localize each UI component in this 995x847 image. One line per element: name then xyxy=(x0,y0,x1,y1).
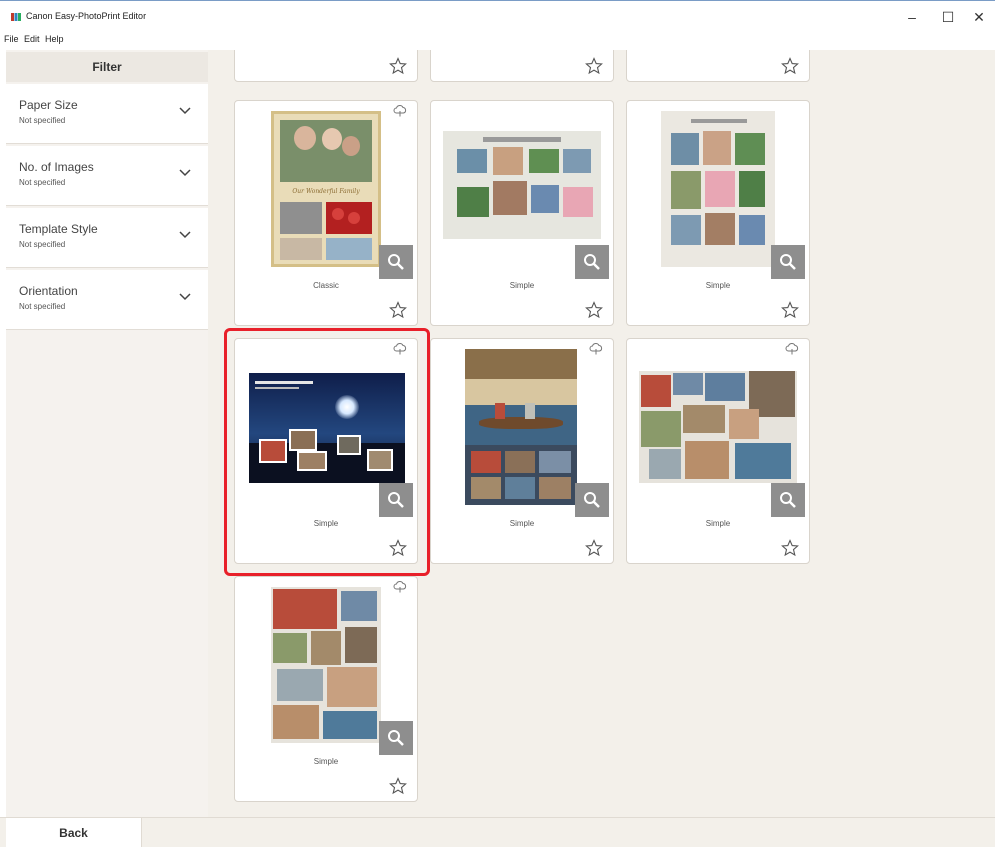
star-icon[interactable] xyxy=(781,57,799,75)
template-card[interactable]: Simple xyxy=(430,100,614,326)
menu-file[interactable]: File xyxy=(4,34,19,44)
chevron-down-icon[interactable] xyxy=(178,106,192,116)
template-card-partial[interactable] xyxy=(626,50,810,82)
template-thumbnail xyxy=(249,373,405,483)
template-style-label: Simple xyxy=(705,519,731,528)
star-icon[interactable] xyxy=(781,539,799,557)
filter-value: Not specified xyxy=(19,302,66,311)
template-card-partial[interactable] xyxy=(430,50,614,82)
template-card-selected[interactable]: Simple xyxy=(234,338,418,564)
cloud-download-icon xyxy=(785,343,799,355)
template-card[interactable]: Simple xyxy=(430,338,614,564)
zoom-button[interactable] xyxy=(379,721,413,755)
template-card[interactable]: Simple xyxy=(626,100,810,326)
menu-bar: File Edit Help xyxy=(0,31,995,48)
cloud-download-icon xyxy=(393,105,407,117)
star-icon[interactable] xyxy=(781,301,799,319)
magnifier-icon xyxy=(388,492,404,508)
template-thumbnail xyxy=(465,349,577,505)
magnifier-icon xyxy=(388,254,404,270)
zoom-button[interactable] xyxy=(379,483,413,517)
zoom-button[interactable] xyxy=(575,245,609,279)
template-thumbnail: Our Wonderful Family xyxy=(271,111,381,267)
cloud-download-icon xyxy=(393,343,407,355)
template-card-partial[interactable] xyxy=(234,50,418,82)
template-style-label: Simple xyxy=(313,519,339,528)
zoom-button[interactable] xyxy=(575,483,609,517)
star-icon[interactable] xyxy=(389,777,407,795)
star-icon[interactable] xyxy=(389,301,407,319)
app-logo-icon xyxy=(11,13,21,21)
zoom-button[interactable] xyxy=(771,483,805,517)
filter-label: Template Style xyxy=(19,222,98,236)
zoom-button[interactable] xyxy=(379,245,413,279)
template-card[interactable]: Simple xyxy=(234,576,418,802)
star-icon[interactable] xyxy=(585,539,603,557)
chevron-down-icon[interactable] xyxy=(178,168,192,178)
filter-value: Not specified xyxy=(19,178,66,187)
magnifier-icon xyxy=(584,254,600,270)
back-button[interactable]: Back xyxy=(6,818,142,847)
bottom-bar: Back xyxy=(0,817,995,847)
filter-label: Paper Size xyxy=(19,98,78,112)
star-icon[interactable] xyxy=(389,57,407,75)
maximize-button[interactable]: ☐ xyxy=(933,5,963,29)
filter-orientation[interactable]: Orientation Not specified xyxy=(6,270,208,330)
menu-help[interactable]: Help xyxy=(45,34,64,44)
filter-no-of-images[interactable]: No. of Images Not specified xyxy=(6,146,208,206)
chevron-down-icon[interactable] xyxy=(178,292,192,302)
magnifier-icon xyxy=(780,254,796,270)
template-thumbnail xyxy=(639,371,797,483)
star-icon[interactable] xyxy=(585,301,603,319)
menu-edit[interactable]: Edit xyxy=(24,34,40,44)
cloud-download-icon xyxy=(589,343,603,355)
filter-value: Not specified xyxy=(19,240,66,249)
template-card[interactable]: Simple xyxy=(626,338,810,564)
template-banner-text: Our Wonderful Family xyxy=(292,188,360,195)
template-style-label: Classic xyxy=(313,281,339,290)
template-thumbnail xyxy=(661,111,775,267)
filter-template-style[interactable]: Template Style Not specified xyxy=(6,208,208,268)
template-style-label: Simple xyxy=(705,281,731,290)
filter-paper-size[interactable]: Paper Size Not specified xyxy=(6,84,208,144)
zoom-button[interactable] xyxy=(771,245,805,279)
filter-label: Orientation xyxy=(19,284,78,298)
filter-header: Filter xyxy=(6,52,208,82)
magnifier-icon xyxy=(584,492,600,508)
template-style-label: Simple xyxy=(313,757,339,766)
star-icon[interactable] xyxy=(585,57,603,75)
minimize-button[interactable]: – xyxy=(897,5,927,29)
cloud-download-icon xyxy=(393,581,407,593)
window-title: Canon Easy-PhotoPrint Editor xyxy=(26,11,147,21)
title-bar: Canon Easy-PhotoPrint Editor – ☐ ✕ xyxy=(0,0,995,31)
filter-label: No. of Images xyxy=(19,160,94,174)
template-style-label: Simple xyxy=(509,519,535,528)
chevron-down-icon[interactable] xyxy=(178,230,192,240)
template-grid: Our Wonderful Family Classic Simple Simp… xyxy=(208,50,995,817)
magnifier-icon xyxy=(388,730,404,746)
filter-value: Not specified xyxy=(19,116,66,125)
template-card[interactable]: Our Wonderful Family Classic xyxy=(234,100,418,326)
template-thumbnail xyxy=(271,587,381,743)
star-icon[interactable] xyxy=(389,539,407,557)
filter-sidebar: Filter Paper Size Not specified No. of I… xyxy=(6,50,208,817)
template-style-label: Simple xyxy=(509,281,535,290)
magnifier-icon xyxy=(780,492,796,508)
template-thumbnail xyxy=(443,131,601,239)
close-button[interactable]: ✕ xyxy=(964,5,994,29)
